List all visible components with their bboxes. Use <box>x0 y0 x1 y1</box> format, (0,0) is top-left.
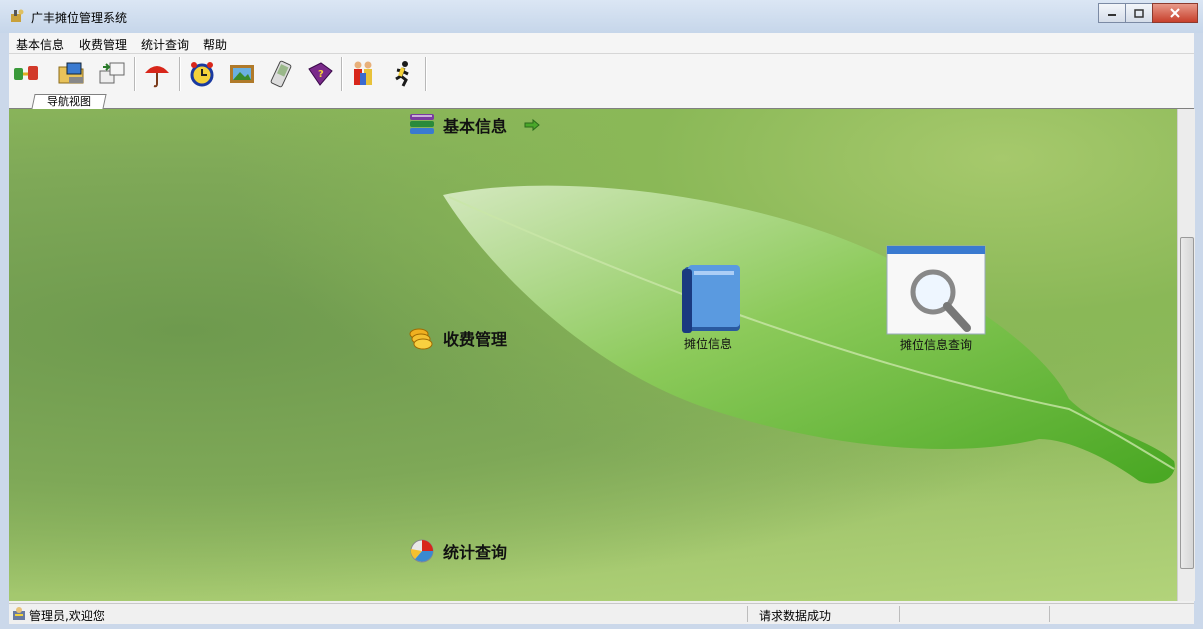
status-separator <box>1049 606 1050 622</box>
transfer-icon[interactable] <box>97 59 127 89</box>
vertical-scrollbar[interactable] <box>1177 109 1195 601</box>
minimize-button[interactable] <box>1098 3 1126 23</box>
folder-computer-icon[interactable] <box>57 59 87 89</box>
toolbar-separator <box>425 57 427 91</box>
leaf-background <box>443 185 1175 484</box>
users-icon[interactable] <box>348 59 378 89</box>
arrow-right-icon[interactable] <box>523 118 541 132</box>
tab-navigation-view[interactable]: 导航视图 <box>31 94 107 109</box>
running-man-icon[interactable] <box>388 59 418 89</box>
nav-item-label: 摊位信息 <box>683 337 732 351</box>
nav-item-label: 摊位信息查询 <box>899 338 972 352</box>
category-label: 基本信息 <box>443 117 508 136</box>
minimize-icon <box>1108 14 1116 16</box>
toolbar-separator <box>341 57 343 91</box>
navigation-canvas: 基本信息 收费管理 统计查询 摊位信息 摊位信息查询 <box>9 109 1177 601</box>
connect-icon[interactable] <box>11 59 41 89</box>
title-bar: 广丰摊位管理系统 <box>0 0 1203 34</box>
app-icon <box>11 9 24 22</box>
user-icon <box>13 607 25 620</box>
coins-icon <box>409 328 433 350</box>
category-fee-management[interactable]: 收费管理 <box>407 324 507 352</box>
menu-basic-info[interactable]: 基本信息 <box>16 36 64 53</box>
category-label: 收费管理 <box>443 330 508 349</box>
scrollbar-thumb[interactable] <box>1180 237 1194 569</box>
maximize-icon <box>1134 8 1144 18</box>
tab-strip: 导航视图 <box>9 94 1194 109</box>
pda-icon[interactable] <box>266 59 296 89</box>
toolbar-separator <box>179 57 181 91</box>
category-statistics-query[interactable]: 统计查询 <box>407 537 507 565</box>
window-title: 广丰摊位管理系统 <box>31 11 128 25</box>
magnifier-window-icon <box>886 245 986 335</box>
category-label: 统计查询 <box>443 543 508 562</box>
nav-item-stall-info[interactable]: 摊位信息 <box>663 261 753 352</box>
maximize-button[interactable] <box>1125 3 1153 23</box>
alarm-clock-icon[interactable] <box>187 59 217 89</box>
menu-fee-management[interactable]: 收费管理 <box>79 36 127 53</box>
close-button[interactable] <box>1152 3 1198 23</box>
status-bar: 管理员,欢迎您 请求数据成功 <box>9 603 1194 624</box>
window-left-border <box>0 33 9 623</box>
help-book-icon[interactable]: ? <box>305 59 335 89</box>
close-icon <box>1170 8 1180 18</box>
toolbar-separator <box>134 57 136 91</box>
status-message: 请求数据成功 <box>759 609 832 623</box>
toolbar: ? <box>9 54 1194 94</box>
window-right-border <box>1194 33 1203 623</box>
blue-book-icon <box>682 265 740 333</box>
svg-text:?: ? <box>318 69 324 80</box>
status-separator <box>899 606 900 622</box>
pie-chart-icon <box>410 539 434 563</box>
menu-bar: 基本信息 收费管理 统计查询 帮助 <box>9 33 1194 54</box>
menu-help[interactable]: 帮助 <box>203 36 227 53</box>
status-separator <box>747 606 748 622</box>
tab-label: 导航视图 <box>47 95 91 108</box>
picture-icon[interactable] <box>227 59 257 89</box>
status-welcome: 管理员,欢迎您 <box>29 609 105 623</box>
books-stack-icon <box>410 114 434 134</box>
category-basic-info[interactable]: 基本信息 <box>407 111 541 139</box>
menu-statistics-query[interactable]: 统计查询 <box>141 36 189 53</box>
umbrella-icon[interactable] <box>142 59 172 89</box>
nav-item-stall-info-query[interactable]: 摊位信息查询 <box>881 244 991 353</box>
